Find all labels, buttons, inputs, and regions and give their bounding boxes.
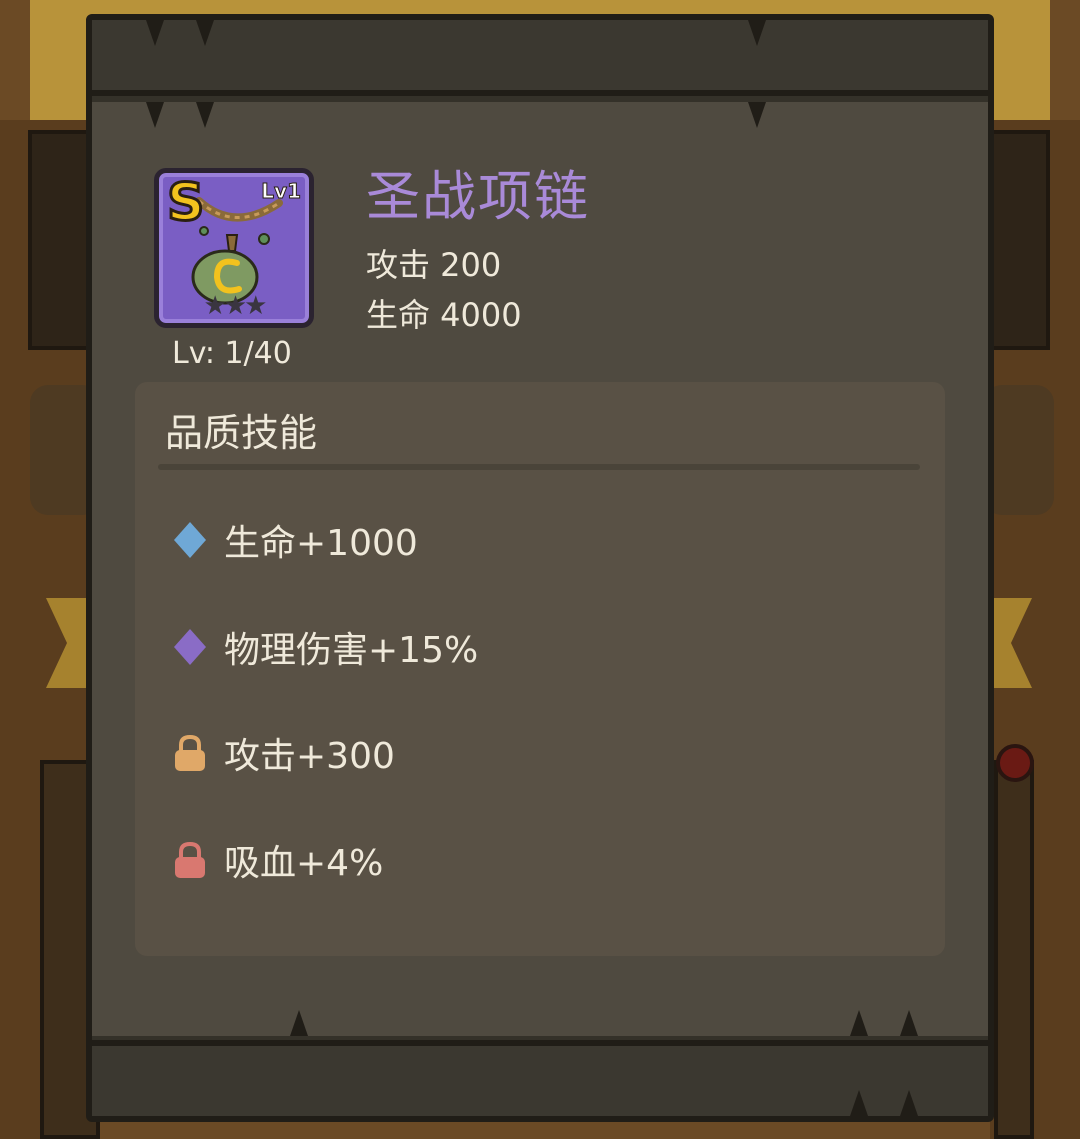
skill-label: 攻击+300 <box>224 736 395 777</box>
item-level-badge: Lv1 <box>261 179 302 204</box>
background-notification-dot <box>996 744 1034 782</box>
item-icon[interactable]: S Lv1 ★★★ <box>154 168 314 328</box>
skill-row: 生命+1000 <box>172 515 418 565</box>
item-star-rating: ★★★ <box>203 291 268 321</box>
divider <box>158 464 920 470</box>
skill-label: 物理伤害+15% <box>224 630 479 671</box>
item-grade-badge: S <box>165 173 205 233</box>
skill-label: 生命+1000 <box>224 523 418 564</box>
frame-notch <box>850 1010 868 1036</box>
frame-notch <box>748 20 766 46</box>
frame-notch <box>900 1010 918 1036</box>
skill-row: 吸血+4% <box>172 835 383 885</box>
stat-attack: 攻击 200 <box>366 246 502 284</box>
background-slot <box>984 385 1054 515</box>
frame-notch <box>196 102 214 128</box>
frame-notch <box>900 1090 918 1116</box>
item-name: 圣战项链 <box>366 165 590 228</box>
dialog-header-band <box>92 20 988 96</box>
diamond-icon <box>172 520 208 560</box>
skill-label: 吸血+4% <box>224 843 384 884</box>
stat-hp: 生命 4000 <box>366 296 522 334</box>
item-level-progress: Lv: 1/40 <box>172 336 292 371</box>
skill-row: 物理伤害+15% <box>172 622 478 672</box>
frame-notch <box>850 1090 868 1116</box>
lock-icon <box>172 733 208 773</box>
quality-skills-title: 品质技能 <box>165 411 318 455</box>
skill-row: 攻击+300 <box>172 728 395 778</box>
frame-notch <box>146 102 164 128</box>
frame-notch <box>196 20 214 46</box>
diamond-icon <box>172 627 208 667</box>
frame-notch <box>146 20 164 46</box>
background-post <box>994 760 1034 1139</box>
frame-notch <box>748 102 766 128</box>
frame-notch <box>290 1010 308 1036</box>
lock-icon <box>172 840 208 880</box>
